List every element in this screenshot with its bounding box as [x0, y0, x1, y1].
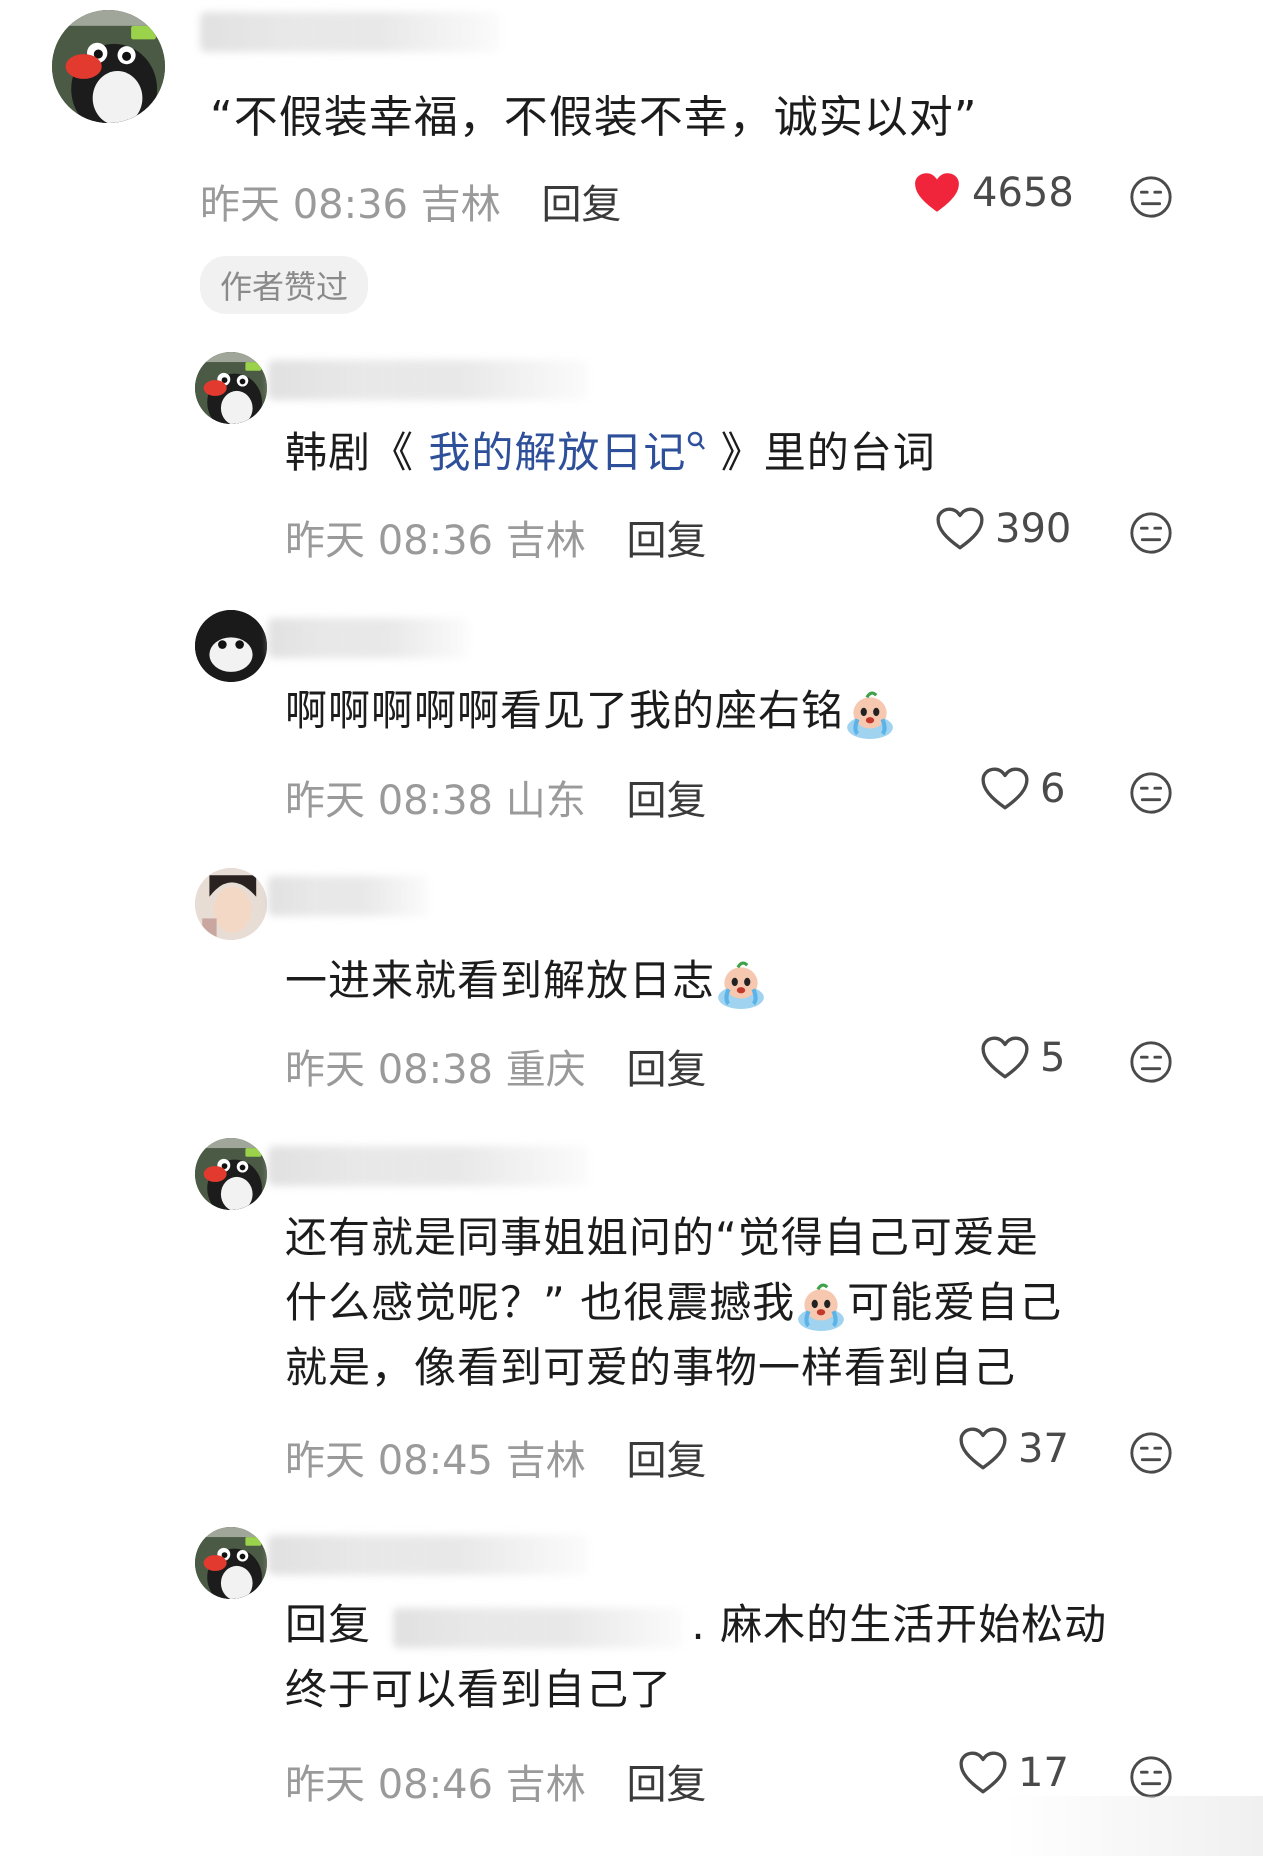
reply-button[interactable]: 回复	[626, 1762, 706, 1808]
comment-text: 啊啊啊啊啊看见了我的座右铭	[285, 678, 896, 743]
username-blurred[interactable]	[268, 618, 468, 658]
reply-button[interactable]: 回复	[541, 182, 621, 228]
comment-meta: 昨天 08:38 重庆 回复	[285, 1037, 706, 1095]
reply-prefix: 回复	[285, 1600, 372, 1649]
comment-line-3: 就是，像看到可爱的事物一样看到自己	[285, 1343, 1017, 1392]
comment-text-after: 》里的台词	[706, 428, 936, 477]
reply-button[interactable]: 回复	[626, 778, 706, 824]
like-button[interactable]: 390	[935, 506, 1071, 552]
comment-location: 吉林	[420, 182, 501, 228]
like-button[interactable]: 5	[980, 1035, 1065, 1081]
comment-location: 吉林	[505, 1438, 586, 1484]
username-blurred[interactable]	[268, 1146, 588, 1186]
reply-button[interactable]: 回复	[626, 1438, 706, 1484]
reply-button[interactable]: 回复	[626, 1047, 706, 1093]
heart-icon	[958, 1750, 1008, 1796]
like-button[interactable]: 4658	[912, 170, 1074, 216]
like-count: 37	[1018, 1426, 1069, 1472]
comment-line-2-part-a: 什么感觉呢？” 也很震撼我	[285, 1278, 796, 1327]
heart-icon	[980, 1035, 1030, 1081]
comment-time: 昨天 08:38	[285, 778, 493, 824]
dislike-face-icon[interactable]	[1128, 510, 1174, 556]
comment-text: “不假装幸福，不假装不幸，诚实以对”	[210, 92, 978, 143]
username-blurred[interactable]	[200, 12, 500, 52]
comment-line-2: 终于可以看到自己了	[285, 1665, 673, 1714]
comment-meta: 昨天 08:38 山东 回复	[285, 768, 706, 826]
crying-emoji-icon	[844, 688, 896, 740]
dislike-face-icon[interactable]	[1128, 1039, 1174, 1085]
avatar[interactable]	[52, 10, 165, 123]
comment-line-1: 回复 . 麻木的生活开始松动	[285, 1592, 1107, 1657]
comment-text: 回复 . 麻木的生活开始松动 终于可以看到自己了	[285, 1592, 1107, 1722]
crying-emoji-icon	[795, 1280, 847, 1332]
username-blurred[interactable]	[268, 876, 428, 916]
like-count: 17	[1018, 1750, 1069, 1796]
comment-time: 昨天 08:45	[285, 1438, 493, 1484]
like-count: 390	[995, 506, 1072, 552]
dislike-face-icon[interactable]	[1128, 174, 1174, 220]
comment-text: 韩剧《 我的解放日记 》里的台词	[285, 420, 936, 485]
avatar[interactable]	[195, 1138, 267, 1210]
comment-text: 还有就是同事姐姐问的“觉得自己可爱是 什么感觉呢？” 也很震撼我 可能爱自己 就是…	[285, 1205, 1062, 1400]
dislike-face-icon[interactable]	[1128, 1430, 1174, 1476]
like-button[interactable]: 37	[958, 1426, 1069, 1472]
like-count: 4658	[972, 170, 1074, 216]
comment-location: 吉林	[505, 1762, 586, 1808]
like-count: 6	[1040, 766, 1066, 812]
comment-time: 昨天 08:38	[285, 1047, 493, 1093]
heart-icon	[935, 506, 985, 552]
crying-emoji-icon	[715, 958, 767, 1010]
avatar[interactable]	[195, 352, 267, 424]
drama-link[interactable]: 我的解放日记	[428, 428, 686, 477]
like-count: 5	[1040, 1035, 1066, 1081]
comment-line-2-part-b: 可能爱自己	[847, 1278, 1063, 1327]
author-liked-badge: 作者赞过	[200, 256, 369, 314]
dislike-face-icon[interactable]	[1128, 770, 1174, 816]
comment-meta: 昨天 08:45 吉林 回复	[285, 1428, 706, 1486]
comment-line-2: 什么感觉呢？” 也很震撼我 可能爱自己	[285, 1270, 1062, 1335]
comment-location: 吉林	[505, 518, 586, 564]
comment-text-before: 韩剧《	[285, 428, 429, 477]
comment-time: 昨天 08:36	[200, 182, 408, 228]
watermark-blurred	[1003, 1796, 1263, 1856]
like-button[interactable]: 6	[980, 766, 1065, 812]
comment-text-content: 一进来就看到解放日志	[285, 956, 716, 1005]
comment-time: 昨天 08:46	[285, 1762, 493, 1808]
replied-user-blurred[interactable]	[393, 1607, 684, 1648]
username-blurred[interactable]	[268, 360, 588, 400]
heart-icon	[912, 170, 962, 216]
link-search-icon	[688, 431, 706, 450]
comment-line-1-text: . 麻木的生活开始松动	[691, 1600, 1108, 1649]
comment-meta: 昨天 08:46 吉林 回复	[285, 1752, 706, 1810]
avatar[interactable]	[195, 610, 267, 682]
comment-location: 山东	[505, 778, 586, 824]
comment-text-content: 啊啊啊啊啊看见了我的座右铭	[285, 686, 845, 735]
avatar[interactable]	[195, 1527, 267, 1599]
comment-text: 一进来就看到解放日志	[285, 948, 767, 1013]
like-button[interactable]: 17	[958, 1750, 1069, 1796]
comment-time: 昨天 08:36	[285, 518, 493, 564]
heart-icon	[958, 1426, 1008, 1472]
dislike-face-icon[interactable]	[1128, 1754, 1174, 1800]
heart-icon	[980, 766, 1030, 812]
comment-line-1: 还有就是同事姐姐问的“觉得自己可爱是	[285, 1213, 1039, 1262]
comment-location: 重庆	[505, 1047, 586, 1093]
avatar[interactable]	[195, 868, 267, 940]
comment-meta: 昨天 08:36 吉林 回复	[285, 508, 706, 566]
username-blurred[interactable]	[268, 1535, 588, 1575]
reply-button[interactable]: 回复	[626, 518, 706, 564]
comment-meta: 昨天 08:36 吉林 回复	[200, 172, 621, 230]
